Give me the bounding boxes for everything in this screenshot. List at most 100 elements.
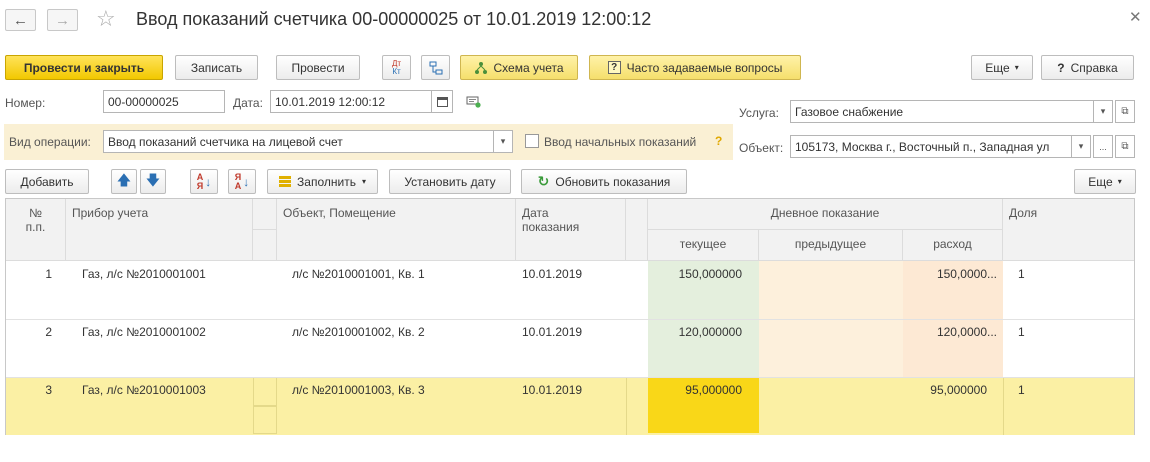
initial-readings-help-icon[interactable]: ? — [715, 134, 722, 148]
forward-arrow-icon: → — [55, 11, 70, 29]
sort-asc-button[interactable]: А Я ↓ — [190, 169, 218, 194]
cell-previous[interactable] — [759, 377, 903, 389]
cell-current[interactable]: 150,000000 — [648, 261, 748, 287]
scheme-label: Схема учета — [493, 60, 564, 75]
initial-readings-checkbox[interactable] — [525, 134, 539, 148]
cell-previous[interactable] — [759, 261, 903, 273]
set-date-button[interactable]: Установить дату — [389, 169, 511, 194]
post-and-close-button[interactable]: Провести и закрыть — [5, 55, 163, 80]
cell-current[interactable]: 95,000000 — [648, 377, 748, 403]
cell-date[interactable]: 10.01.2019 — [516, 377, 626, 403]
object-dropdown[interactable]: ▾ — [1071, 135, 1091, 158]
scheme-button[interactable]: Схема учета — [460, 55, 578, 80]
column-header-device-label: Прибор учета — [72, 206, 149, 220]
row-marker — [253, 406, 277, 434]
sort-desc-button[interactable]: Я А ↓ — [228, 169, 256, 194]
cell-object[interactable]: л/с №2010001001, Кв. 1 — [286, 261, 516, 287]
move-up-button[interactable]: 🡅 — [111, 169, 137, 194]
date-field[interactable]: 10.01.2019 12:00:12 — [270, 90, 432, 113]
comment-icon[interactable] — [466, 96, 482, 108]
forward-button[interactable]: → — [47, 9, 78, 31]
dropdown-icon: ▾ — [500, 136, 506, 146]
number-label: Номер: — [5, 96, 46, 110]
more-button[interactable]: Еще ▾ — [971, 55, 1033, 80]
column-header-num[interactable]: № п.п. — [6, 199, 66, 261]
service-select[interactable]: Газовое снабжение — [790, 100, 1094, 123]
fill-button[interactable]: Заполнить ▾ — [267, 169, 378, 194]
column-group-day-label: Дневное показание — [770, 206, 880, 220]
cell-object[interactable]: л/с №2010001002, Кв. 2 — [286, 319, 516, 345]
help-icon: ? — [607, 61, 621, 74]
column-header-object[interactable]: Объект, Помещение — [277, 199, 516, 261]
more-label: Еще — [985, 60, 1010, 75]
cell-device[interactable]: Газ, л/с №2010001001 — [76, 261, 253, 287]
column-header-num-label: № п.п. — [25, 206, 46, 234]
column-group-day: Дневное показание — [648, 199, 1003, 230]
column-header-object-label: Объект, Помещение — [283, 206, 396, 220]
sort-desc-icon: ЯА — [234, 171, 242, 191]
operation-label: Вид операции: — [9, 135, 91, 149]
scheme-icon — [475, 61, 488, 74]
object-choose-button[interactable]: ... — [1093, 135, 1113, 158]
faq-label: Часто задаваемые вопросы — [626, 60, 783, 75]
cell-consumption[interactable]: 95,000000 — [903, 377, 993, 403]
help-button[interactable]: ? Справка — [1041, 55, 1134, 80]
cell-share[interactable]: 1 — [1012, 319, 1112, 345]
cell-num[interactable]: 1 — [6, 261, 58, 287]
service-open[interactable]: ⧉ — [1115, 100, 1135, 123]
cell-device[interactable]: Газ, л/с №2010001002 — [76, 319, 253, 345]
number-field[interactable]: 00-00000025 — [103, 90, 225, 113]
faq-button[interactable]: ? Часто задаваемые вопросы — [589, 55, 801, 80]
calendar-button[interactable] — [431, 90, 453, 113]
move-down-button[interactable]: 🡇 — [140, 169, 166, 194]
column-header-consumption[interactable]: расход — [903, 230, 1003, 261]
object-open[interactable]: ⧉ — [1115, 135, 1135, 158]
column-header-previous[interactable]: предыдущее — [759, 230, 903, 261]
operation-select[interactable]: Ввод показаний счетчика на лицевой счет — [103, 130, 494, 153]
cell-num[interactable]: 3 — [6, 377, 58, 403]
cell-share[interactable]: 1 — [1012, 377, 1112, 403]
cell-device[interactable]: Газ, л/с №2010001003 — [76, 377, 253, 403]
open-icon: ⧉ — [1121, 106, 1129, 117]
cell-share[interactable]: 1 — [1012, 261, 1112, 287]
cell-date[interactable]: 10.01.2019 — [516, 261, 626, 287]
operation-dropdown[interactable]: ▾ — [493, 130, 513, 153]
column-header-spacer — [253, 199, 277, 230]
dropdown-icon: ▾ — [1078, 141, 1084, 151]
close-icon[interactable]: ✕ — [1129, 8, 1142, 26]
save-button[interactable]: Записать — [175, 55, 258, 80]
table-more-button[interactable]: Еще ▾ — [1074, 169, 1136, 194]
cell-consumption[interactable]: 150,0000... — [903, 261, 1003, 287]
column-header-share-label: Доля — [1009, 206, 1038, 220]
structure-button[interactable] — [421, 55, 450, 80]
column-header-date-label: Дата показания — [522, 206, 580, 234]
add-button[interactable]: Добавить — [5, 169, 89, 194]
move-up-icon: 🡅 — [116, 171, 132, 188]
dropdown-icon: ▾ — [1100, 106, 1106, 116]
service-dropdown[interactable]: ▾ — [1093, 100, 1113, 123]
column-header-date[interactable]: Дата показания — [516, 199, 626, 261]
fill-label: Заполнить — [297, 174, 356, 189]
post-button[interactable]: Провести — [276, 55, 360, 80]
cell-previous[interactable] — [759, 319, 903, 331]
cell-object[interactable]: л/с №2010001003, Кв. 3 — [286, 377, 516, 403]
object-label: Объект: — [739, 141, 784, 155]
help-icon: ? — [1057, 60, 1065, 75]
object-select[interactable]: 105173, Москва г., Восточный п., Западна… — [790, 135, 1072, 158]
column-header-device[interactable]: Прибор учета — [66, 199, 253, 261]
cell-consumption[interactable]: 120,0000... — [903, 319, 1003, 345]
refresh-readings-button[interactable]: ↻ Обновить показания — [521, 169, 687, 194]
readings-table[interactable]: № п.п. Прибор учета Объект, Помещение Да… — [5, 198, 1135, 435]
dropdown-icon: ▾ — [1117, 177, 1122, 186]
favorite-star-icon[interactable]: ☆ — [96, 6, 116, 32]
back-button[interactable]: ← — [5, 9, 36, 31]
dt-kt-button[interactable]: Дт Кт — [382, 55, 411, 80]
sort-asc-icon: АЯ — [196, 171, 204, 191]
cell-current[interactable]: 120,000000 — [648, 319, 748, 345]
cell-date[interactable]: 10.01.2019 — [516, 319, 626, 345]
service-label: Услуга: — [739, 106, 779, 120]
open-icon: ⧉ — [1121, 141, 1129, 152]
column-header-current[interactable]: текущее — [648, 230, 759, 261]
column-header-share[interactable]: Доля — [1003, 199, 1134, 261]
cell-num[interactable]: 2 — [6, 319, 58, 345]
